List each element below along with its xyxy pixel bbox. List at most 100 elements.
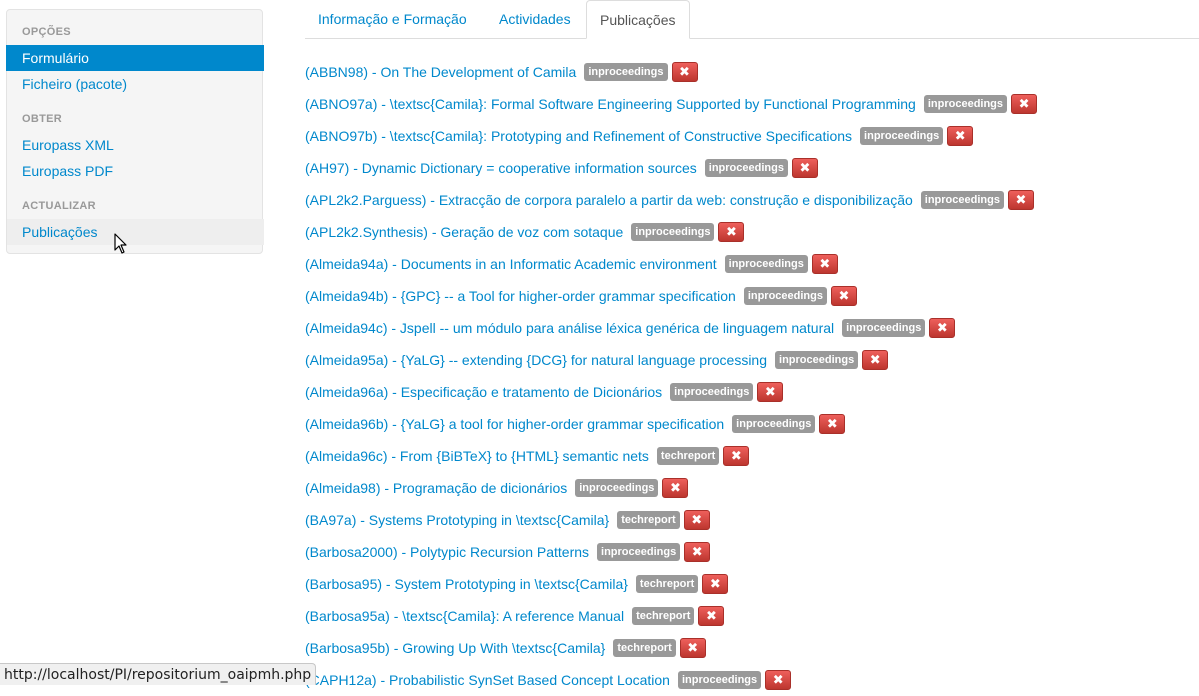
publication-link[interactable]: (Barbosa2000) - Polytypic Recursion Patt… — [305, 544, 589, 560]
publication-link[interactable]: (Almeida95a) - {YaLG} -- extending {DCG}… — [305, 352, 767, 368]
close-icon: ✖ — [838, 288, 850, 303]
delete-publication-button[interactable]: ✖ — [718, 222, 745, 242]
publication-list: (ABBN98) - On The Development of Camila i… — [305, 56, 1038, 696]
close-icon: ✖ — [799, 160, 811, 175]
delete-publication-button[interactable]: ✖ — [662, 478, 689, 498]
publication-row: (ABBN98) - On The Development of Camila i… — [305, 56, 1037, 88]
publication-link[interactable]: (CAPH12a) - Probabilistic SynSet Based C… — [305, 672, 670, 688]
close-icon: ✖ — [691, 512, 703, 527]
delete-publication-button[interactable]: ✖ — [702, 574, 729, 594]
tab-actividades[interactable]: Actividades — [486, 0, 584, 38]
publication-row: (Almeida94b) - {GPC} -- a Tool for highe… — [305, 280, 1037, 312]
publication-link[interactable]: (Almeida94a) - Documents in an Informati… — [305, 256, 717, 272]
close-icon: ✖ — [669, 480, 681, 495]
tab-bar: Informação e Formação Actividades Public… — [305, 0, 1199, 39]
delete-publication-button[interactable]: ✖ — [757, 382, 784, 402]
publication-type-badge: inproceedings — [920, 191, 1004, 209]
publication-type-badge: inproceedings — [860, 127, 944, 145]
delete-publication-button[interactable]: ✖ — [698, 606, 725, 626]
browser-status-bar: http://localhost/PI/repositorium_oaipmh.… — [0, 663, 317, 685]
publication-link[interactable]: (Almeida94c) - Jspell -- um módulo para … — [305, 320, 834, 336]
publication-type-badge: techreport — [613, 639, 676, 657]
delete-publication-button[interactable]: ✖ — [819, 414, 846, 434]
publication-link[interactable]: (Barbosa95) - System Prototyping in \tex… — [305, 576, 628, 592]
publication-link[interactable]: (Almeida98) - Programação de dicionários — [305, 480, 567, 496]
delete-publication-button[interactable]: ✖ — [811, 254, 838, 274]
publication-row: (Barbosa95a) - \textsc{Camila}: A refere… — [305, 600, 1037, 632]
publication-row: (Almeida95a) - {YaLG} -- extending {DCG}… — [305, 344, 1037, 376]
publication-type-badge: inproceedings — [677, 671, 762, 689]
sidebar-item-europass-pdf[interactable]: Europass PDF — [7, 158, 264, 184]
publication-link[interactable]: (Almeida96a) - Especificação e tratament… — [305, 384, 662, 400]
delete-publication-button[interactable]: ✖ — [1007, 190, 1034, 210]
delete-publication-button[interactable]: ✖ — [831, 286, 857, 306]
sidebar-item-formulario[interactable]: Formulário — [6, 45, 264, 71]
tab-publicacoes[interactable]: Publicações — [586, 0, 690, 39]
publication-type-badge: inproceedings — [584, 63, 668, 81]
mouse-pointer-icon — [114, 233, 127, 254]
delete-publication-button[interactable]: ✖ — [929, 318, 956, 338]
close-icon: ✖ — [1018, 96, 1030, 111]
publication-row: (Barbosa95) - System Prototyping in \tex… — [305, 568, 1037, 600]
publication-link[interactable]: (ABBN98) - On The Development of Camila — [305, 64, 576, 80]
nav-header-actualizar: ACTUALIZAR — [22, 200, 96, 212]
sidebar-nav: OPÇÕES Formulário Ficheiro (pacote) OBTE… — [6, 9, 264, 254]
close-icon: ✖ — [869, 352, 881, 367]
publication-link[interactable]: (AH97) - Dynamic Dictionary = cooperativ… — [305, 160, 697, 176]
close-icon: ✖ — [954, 128, 966, 143]
publication-link[interactable]: (ABNO97a) - \textsc{Camila}: Formal Soft… — [305, 96, 916, 112]
publication-type-badge: inproceedings — [732, 415, 816, 433]
delete-publication-button[interactable]: ✖ — [683, 510, 710, 530]
delete-publication-button[interactable]: ✖ — [947, 126, 974, 146]
close-icon: ✖ — [819, 256, 831, 271]
publication-link[interactable]: (Barbosa95b) - Growing Up With \textsc{C… — [305, 640, 605, 656]
publication-type-badge: techreport — [617, 511, 680, 529]
publication-type-badge: inproceedings — [631, 223, 715, 241]
publication-type-badge: inproceedings — [842, 319, 926, 337]
close-icon: ✖ — [706, 608, 717, 623]
publication-type-badge: inproceedings — [743, 287, 827, 305]
delete-publication-button[interactable]: ✖ — [723, 446, 750, 466]
publication-link[interactable]: (ABNO97b) - \textsc{Camila}: Prototyping… — [305, 128, 852, 144]
publication-link[interactable]: (Barbosa95a) - \textsc{Camila}: A refere… — [305, 608, 624, 624]
publication-row: (CAPH12a) - Probabilistic SynSet Based C… — [305, 664, 1037, 696]
sidebar-item-publicacoes[interactable]: Publicações — [7, 219, 264, 245]
publication-type-badge: inproceedings — [923, 95, 1008, 113]
publication-link[interactable]: (APL2k2.Parguess) - Extracção de corpora… — [305, 192, 913, 208]
publication-link[interactable]: (Almeida96b) - {YaLG} a tool for higher-… — [305, 416, 724, 432]
nav-header-obter: OBTER — [22, 113, 62, 125]
close-icon: ✖ — [709, 576, 721, 591]
nav-header-opcoes: OPÇÕES — [22, 26, 71, 38]
delete-publication-button[interactable]: ✖ — [862, 350, 889, 370]
publication-row: (Almeida96c) - From {BiBTeX} to {HTML} s… — [305, 440, 1037, 472]
publication-link[interactable]: (Almeida96c) - From {BiBTeX} to {HTML} s… — [305, 448, 649, 464]
publication-row: (Almeida98) - Programação de dicionários… — [305, 472, 1037, 504]
delete-publication-button[interactable]: ✖ — [671, 62, 698, 82]
close-icon: ✖ — [726, 224, 737, 239]
publication-row: (Almeida94a) - Documents in an Informati… — [305, 248, 1037, 280]
publication-row: (Almeida96b) - {YaLG} a tool for higher-… — [305, 408, 1037, 440]
publication-link[interactable]: (BA97a) - Systems Prototyping in \textsc… — [305, 512, 609, 528]
close-icon: ✖ — [936, 320, 948, 335]
publication-type-badge: inproceedings — [775, 351, 859, 369]
close-icon: ✖ — [691, 544, 703, 559]
delete-publication-button[interactable]: ✖ — [684, 542, 711, 562]
delete-publication-button[interactable]: ✖ — [1011, 94, 1038, 114]
close-icon: ✖ — [1015, 192, 1027, 207]
delete-publication-button[interactable]: ✖ — [679, 638, 706, 658]
close-icon: ✖ — [826, 416, 838, 431]
sidebar-item-europass-xml[interactable]: Europass XML — [7, 132, 264, 158]
publication-row: (Barbosa2000) - Polytypic Recursion Patt… — [305, 536, 1037, 568]
publication-type-badge: techreport — [635, 575, 699, 593]
publication-type-badge: inproceedings — [724, 255, 808, 273]
sidebar-item-ficheiro[interactable]: Ficheiro (pacote) — [7, 71, 264, 97]
delete-publication-button[interactable]: ✖ — [791, 158, 818, 178]
close-icon: ✖ — [687, 640, 699, 655]
publication-link[interactable]: (APL2k2.Synthesis) - Geração de voz com … — [305, 224, 623, 240]
publication-row: (AH97) - Dynamic Dictionary = cooperativ… — [305, 152, 1037, 184]
publication-link[interactable]: (Almeida94b) - {GPC} -- a Tool for highe… — [305, 288, 736, 304]
publication-row: (APL2k2.Parguess) - Extracção de corpora… — [305, 184, 1037, 216]
tab-informacao-formacao[interactable]: Informação e Formação — [305, 0, 480, 38]
publication-type-badge: inproceedings — [704, 159, 788, 177]
delete-publication-button[interactable]: ✖ — [765, 670, 792, 690]
